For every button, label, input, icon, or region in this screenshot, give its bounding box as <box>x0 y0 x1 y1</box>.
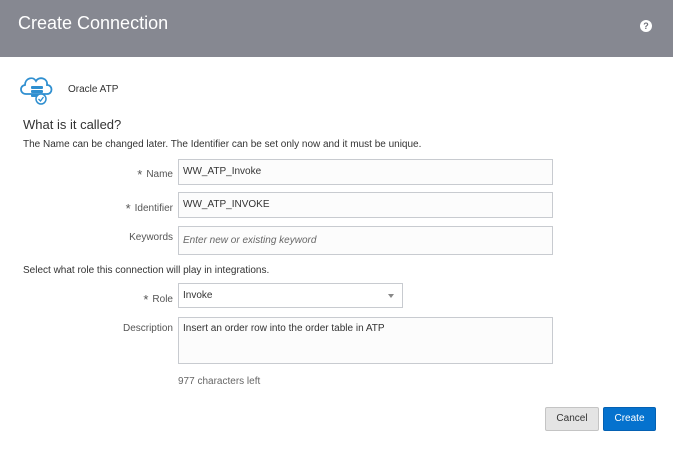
name-label: * Name <box>137 167 173 182</box>
role-label: * Role <box>143 292 173 307</box>
name-input[interactable]: WW_ATP_Invoke <box>178 159 553 185</box>
chevron-down-icon <box>388 294 394 298</box>
cancel-button[interactable]: Cancel <box>545 407 599 431</box>
section-description: The Name can be changed later. The Ident… <box>23 139 422 150</box>
characters-left-counter: 977 characters left <box>178 376 261 387</box>
role-select[interactable]: Invoke <box>178 283 403 308</box>
help-icon[interactable]: ? <box>640 20 652 32</box>
cloud-database-icon <box>20 77 53 105</box>
keywords-input[interactable]: Enter new or existing keyword <box>178 226 553 255</box>
identifier-input[interactable]: WW_ATP_INVOKE <box>178 192 553 218</box>
required-asterisk: * <box>125 201 131 216</box>
section-title: What is it called? <box>23 117 122 132</box>
dialog-header: Create Connection ? <box>0 0 673 57</box>
role-selected-value: Invoke <box>183 290 213 301</box>
adapter-name: Oracle ATP <box>68 84 119 95</box>
keywords-label: Keywords <box>129 232 173 243</box>
role-description: Select what role this connection will pl… <box>23 265 270 276</box>
dialog-title: Create Connection <box>18 13 169 33</box>
required-asterisk: * <box>143 292 149 307</box>
identifier-label: * Identifier <box>125 201 173 216</box>
keywords-placeholder: Enter new or existing keyword <box>183 235 317 246</box>
required-asterisk: * <box>137 167 143 182</box>
description-label: Description <box>122 323 173 334</box>
create-button[interactable]: Create <box>603 407 656 431</box>
description-textarea[interactable]: Insert an order row into the order table… <box>178 317 553 364</box>
